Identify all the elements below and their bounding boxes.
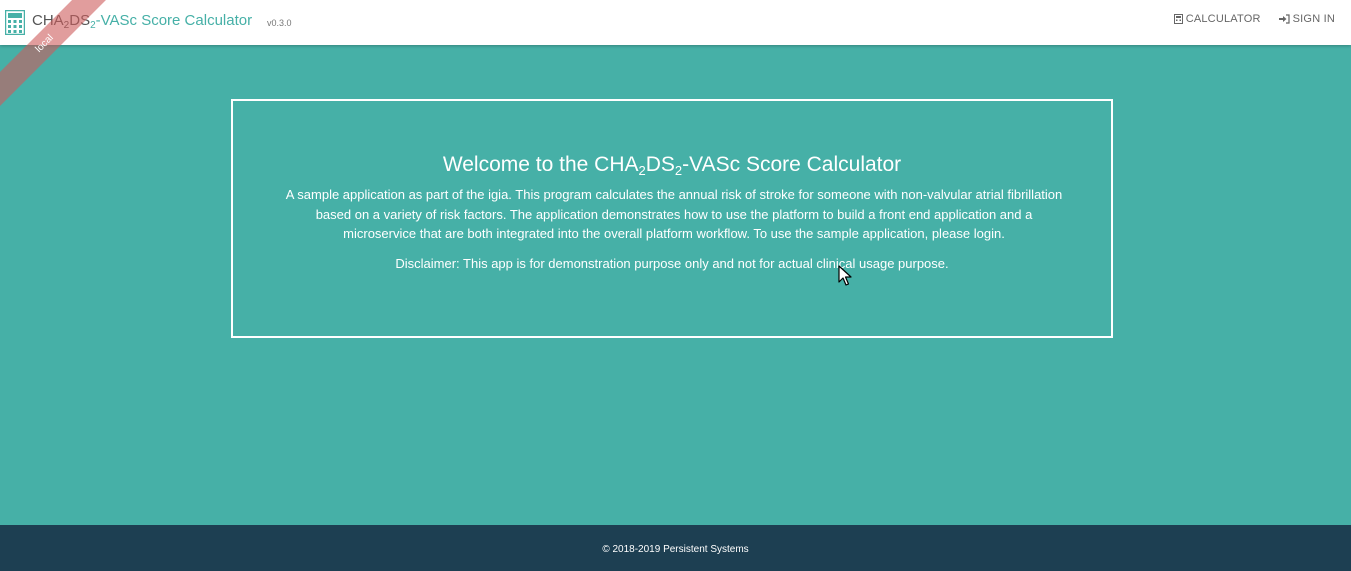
version-label: v0.3.0	[267, 18, 292, 28]
app-title-link[interactable]: CHA2DS2-VASc Score Calculator	[32, 12, 253, 31]
mouse-cursor-icon	[838, 265, 852, 286]
sign-in-icon	[1278, 14, 1290, 24]
brand-part3: -VASc Score Calculator	[95, 12, 253, 29]
disclaimer-text: Disclaimer: This app is for demonstratio…	[395, 256, 949, 271]
footer: © 2018-2019 Persistent Systems	[0, 525, 1351, 571]
welcome-title-part3: -VASc Score Calculator	[682, 153, 902, 176]
welcome-title-sub1: 2	[638, 163, 646, 178]
sign-in-nav-link[interactable]: SIGN IN	[1278, 13, 1335, 25]
welcome-description: A sample application as part of the igia…	[285, 187, 1063, 241]
calculator-icon	[1173, 14, 1183, 24]
copyright-text: © 2018-2019 Persistent Systems	[602, 544, 749, 555]
calculator-link-label: CALCULATOR	[1185, 13, 1261, 25]
welcome-card: Welcome to the CHA2DS2-VASc Score Calcul…	[231, 99, 1113, 338]
calculator-nav-link[interactable]: CALCULATOR	[1173, 13, 1261, 25]
calculator-icon[interactable]	[5, 10, 25, 35]
nav-links: CALCULATOR SIGN IN	[1173, 13, 1335, 25]
sign-in-link-label: SIGN IN	[1292, 13, 1335, 25]
welcome-title-part1: Welcome to the CHA	[442, 153, 639, 176]
welcome-title-part2: DS	[645, 153, 675, 176]
brand-part2: DS	[69, 12, 91, 29]
brand-part1: CHA	[32, 12, 64, 29]
top-navbar: CHA2DS2-VASc Score Calculator v0.3.0 CAL…	[0, 0, 1351, 45]
welcome-title: Welcome to the CHA2DS2-VASc Score Calcul…	[233, 153, 1111, 177]
